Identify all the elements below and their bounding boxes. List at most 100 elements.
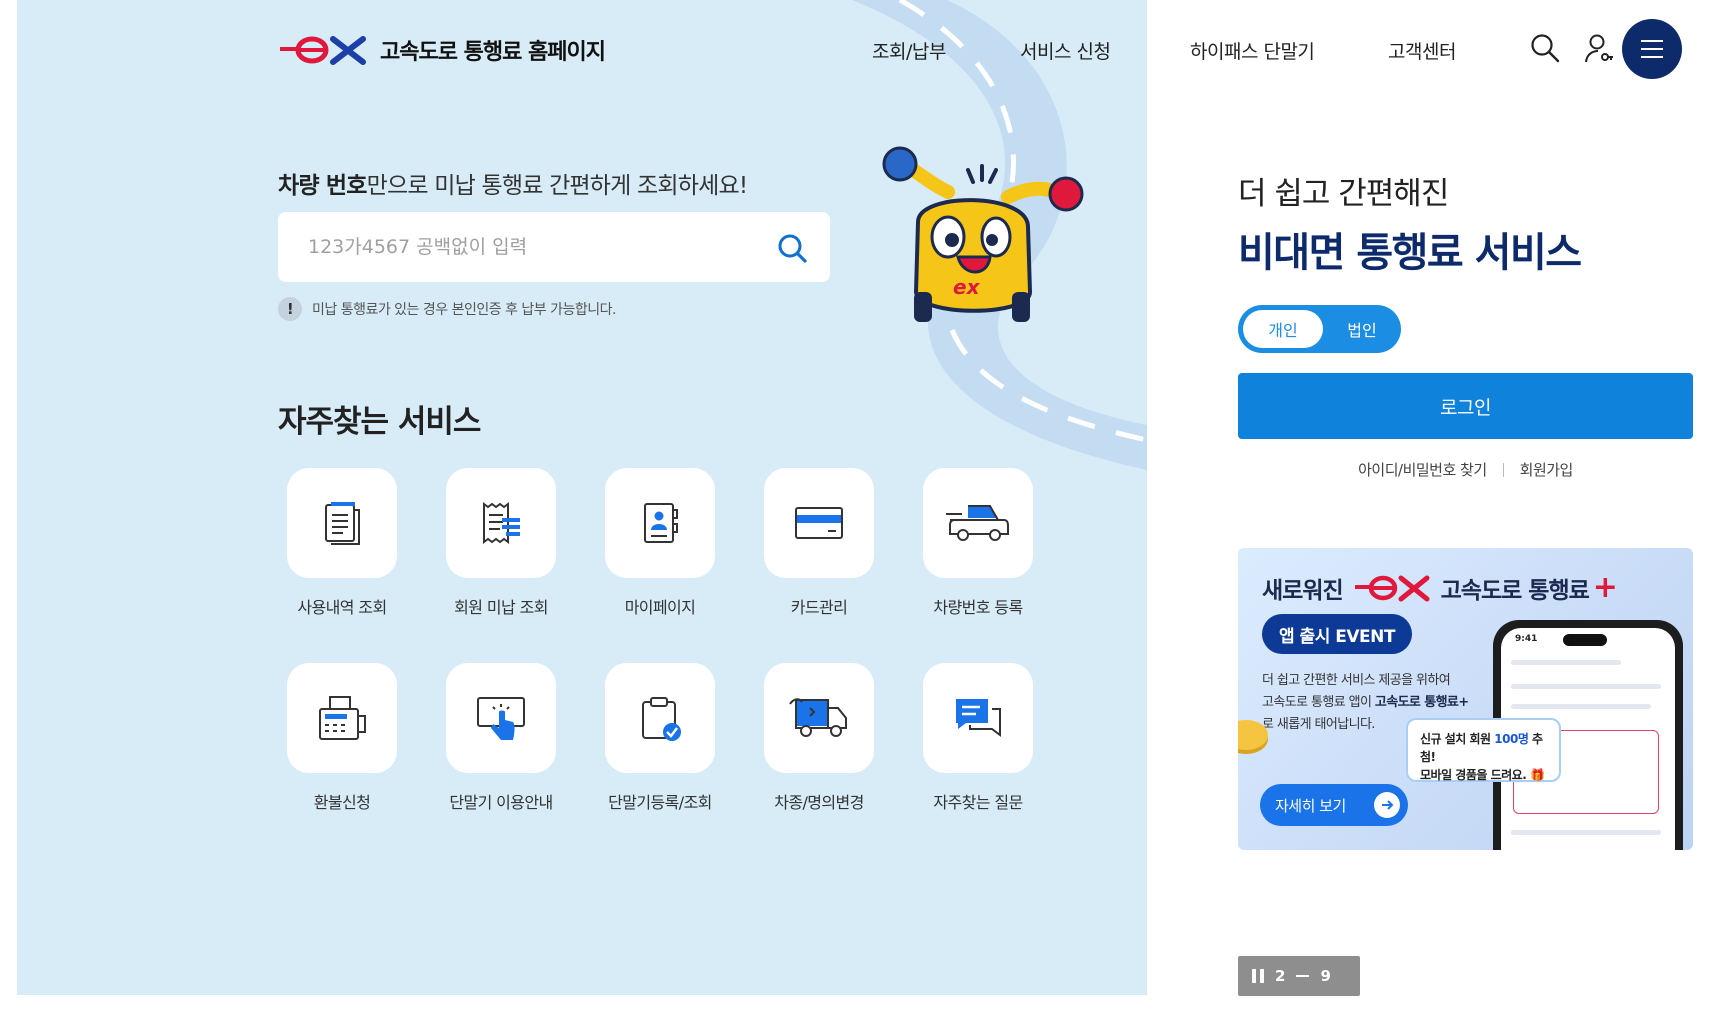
service-label: 단말기등록/조회 [608,793,712,812]
exclamation-icon: ! [278,297,302,321]
nav-item-hipass-device[interactable]: 하이패스 단말기 [1190,37,1315,64]
svg-text:ex: ex [953,275,981,299]
page: 고속도로 통행료 홈페이지 조회/납부 서비스 신청 하이패스 단말기 고객센터 [0,0,1725,1031]
popup-line2: 모바일 경품을 드려요. 🎁 [1420,768,1545,782]
phone-ui-line [1511,660,1621,665]
service-tile-box [764,663,874,773]
service-device-guide[interactable]: 단말기 이용안내 [421,663,581,813]
service-label: 회원 미납 조회 [454,598,548,617]
service-tile-box [605,468,715,578]
pager-total: 9 [1320,967,1331,985]
my-page-icon [644,503,678,543]
service-vehicle-register[interactable]: 차량번호 등록 [898,468,1058,618]
service-label: 차종/명의변경 [774,793,864,812]
service-usage-history[interactable]: 사용내역 조회 [262,468,422,618]
popup-line1-pre: 신규 설치 회원 [1420,732,1495,746]
service-label: 단말기 이용안내 [449,793,553,812]
event-badge: 앱 출시 EVENT [1262,614,1412,654]
plus-mark: + [1592,570,1618,605]
phone-notch [1563,634,1607,646]
search-headline-rest: 만으로 미납 통행료 간편하게 조회하세요! [366,173,748,199]
service-label: 사용내역 조회 [297,598,387,617]
pause-icon[interactable] [1252,969,1264,983]
login-panel-subtitle: 더 쉽고 간편해진 [1238,176,1449,212]
view-details-button[interactable]: 자세히 보기 [1260,784,1408,826]
banner-headline: 새로워진 고속도로 통행료 + [1262,570,1618,605]
receipt-list-icon [325,502,360,545]
service-label: 자주찾는 질문 [933,793,1023,812]
site-title: 고속도로 통행료 홈페이지 [380,40,606,65]
find-id-password-link[interactable]: 아이디/비밀번호 찾기 [1358,459,1487,480]
popup-line1: 신규 설치 회원 100명 추첨! [1420,730,1547,766]
service-refund[interactable]: 환불신청 [262,663,422,813]
nav-item-lookup-pay[interactable]: 조회/납부 [872,37,946,64]
service-tile-box [764,468,874,578]
banner-desc-line1: 더 쉽고 간편한 서비스 제공을 위하여 [1262,673,1451,688]
service-label: 차량번호 등록 [933,598,1023,617]
search-headline-bold: 차량 번호 [278,173,367,199]
frequent-services-title: 자주찾는 서비스 [278,404,481,440]
search-notice: ! 미납 통행료가 있는 경우 본인인증 후 납부 가능합니다. [278,297,616,321]
login-panel-title: 비대면 통행료 서비스 [1238,230,1582,276]
service-tile-box [446,663,556,773]
phone-ui-line [1511,704,1651,709]
banner-desc-line2-em: 고속도로 통행료+ [1374,695,1469,710]
truck-change-icon [789,698,847,737]
chat-bubble-icon [956,699,1001,737]
service-type-owner-change[interactable]: 차종/명의변경 [739,663,899,813]
nav-item-customer-center[interactable]: 고객센터 [1388,37,1456,64]
car-icon [946,505,1009,541]
search-headline: 차량 번호만으로 미납 통행료 간편하게 조회하세요! [278,166,748,200]
service-tile-box [923,468,1033,578]
login-button[interactable]: 로그인 [1238,373,1693,439]
site-logo[interactable]: 고속도로 통행료 홈페이지 [278,34,606,66]
service-card-manage[interactable]: 카드관리 [739,468,899,618]
account-links: 아이디/비밀번호 찾기 회원가입 [1238,459,1693,480]
banner-pager: 2 9 [1238,956,1360,996]
arrow-right-icon [1373,792,1400,818]
banner-desc-line2-pre: 고속도로 통행료 앱이 [1262,695,1375,710]
banner-headline-prefix: 새로워진 [1262,577,1344,604]
phone-ui-line [1511,830,1661,835]
service-device-register[interactable]: 단말기등록/조회 [580,663,740,813]
unpaid-bill-icon [483,502,520,544]
nav-item-service-apply[interactable]: 서비스 신청 [1020,37,1111,64]
app-event-banner[interactable]: 새로워진 고속도로 통행료 + 앱 출시 EVENT 더 쉽고 간편한 서비스 … [1238,548,1693,850]
vehicle-number-input[interactable] [308,212,748,282]
service-tile-box [605,663,715,773]
toggle-personal[interactable]: 개인 [1243,310,1323,348]
prize-popup: 신규 설치 회원 100명 추첨! 모바일 경품을 드려요. 🎁 [1406,718,1561,782]
search-submit-icon[interactable] [776,232,808,264]
link-divider [1502,462,1504,477]
service-tile-box [287,663,397,773]
toggle-corporate[interactable]: 법인 [1328,310,1396,348]
phone-time: 9:41 [1515,634,1538,644]
ex-logo-icon [1354,575,1430,601]
mascot-car-illustration: ex [882,146,1084,322]
search-icon[interactable] [1530,33,1560,63]
sign-up-link[interactable]: 회원가입 [1520,459,1574,480]
vehicle-search-box [278,212,830,282]
member-type-toggle: 개인 법인 [1238,305,1401,353]
hamburger-icon [1641,40,1663,58]
service-tile-box [446,468,556,578]
banner-desc-line2: 고속도로 통행료 앱이 고속도로 통행료+ [1262,692,1512,714]
fax-refund-icon [319,696,366,740]
touch-screen-icon [477,697,525,740]
phone-ui-line [1511,684,1661,689]
pager-divider [1296,975,1310,977]
service-label: 마이페이지 [624,598,696,617]
user-icon[interactable] [1584,33,1614,65]
menu-button[interactable] [1622,19,1682,79]
service-tile-box [287,468,397,578]
card-icon [795,507,843,539]
service-member-unpaid[interactable]: 회원 미납 조회 [421,468,581,618]
service-my-page[interactable]: 마이페이지 [580,468,740,618]
banner-headline-suffix: 고속도로 통행료 [1440,577,1590,604]
service-label: 카드관리 [790,598,848,617]
ex-logo-icon [280,36,366,65]
view-details-label: 자세히 보기 [1275,796,1346,815]
service-faq[interactable]: 자주찾는 질문 [898,663,1058,813]
popup-line1-highlight: 100명 [1494,732,1529,746]
service-label: 환불신청 [313,793,371,812]
